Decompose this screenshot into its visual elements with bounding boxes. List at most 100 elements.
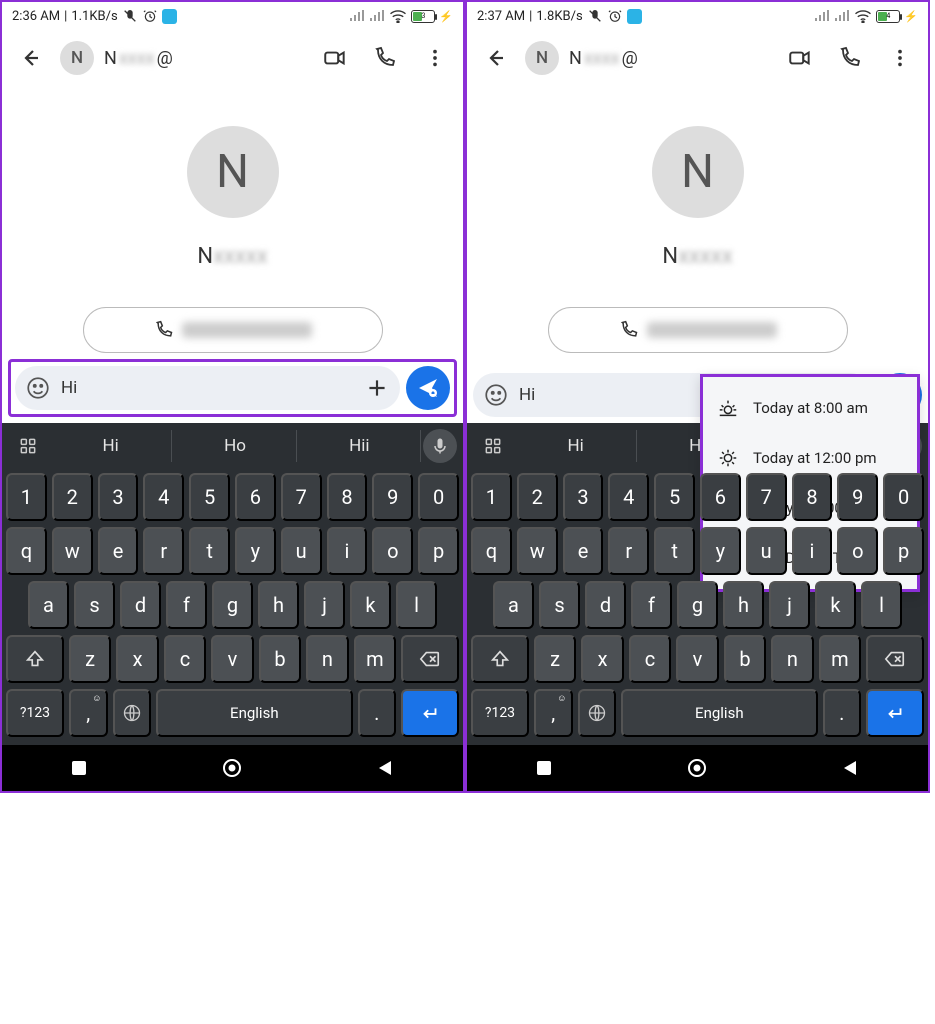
comma-key[interactable]: ,☺ bbox=[534, 689, 573, 737]
key-8[interactable]: 8 bbox=[792, 473, 833, 521]
key-r[interactable]: r bbox=[608, 527, 649, 575]
key-h[interactable]: h bbox=[258, 581, 299, 629]
back-button[interactable] bbox=[10, 38, 50, 78]
key-z[interactable]: z bbox=[534, 635, 576, 683]
key-c[interactable]: c bbox=[629, 635, 671, 683]
key-a[interactable]: a bbox=[493, 581, 534, 629]
key-f[interactable]: f bbox=[631, 581, 672, 629]
key-q[interactable]: q bbox=[471, 527, 512, 575]
nav-recent-icon[interactable] bbox=[524, 748, 564, 788]
backspace-key[interactable] bbox=[866, 635, 924, 683]
voice-call-button[interactable] bbox=[830, 38, 870, 78]
key-q[interactable]: q bbox=[6, 527, 47, 575]
nav-home-icon[interactable] bbox=[677, 748, 717, 788]
backspace-key[interactable] bbox=[401, 635, 459, 683]
suggestion-1[interactable]: Ho bbox=[174, 430, 296, 462]
key-k[interactable]: k bbox=[350, 581, 391, 629]
key-e[interactable]: e bbox=[563, 527, 604, 575]
space-key[interactable]: English bbox=[156, 689, 352, 737]
suggestion-2[interactable]: Hii bbox=[299, 430, 421, 462]
key-7[interactable]: 7 bbox=[746, 473, 787, 521]
key-m[interactable]: m bbox=[819, 635, 861, 683]
shift-key[interactable] bbox=[471, 635, 529, 683]
voice-call-button[interactable] bbox=[365, 38, 405, 78]
enter-key[interactable] bbox=[401, 689, 459, 737]
key-4[interactable]: 4 bbox=[608, 473, 649, 521]
key-t[interactable]: t bbox=[189, 527, 230, 575]
key-p[interactable]: p bbox=[418, 527, 459, 575]
nav-home-icon[interactable] bbox=[212, 748, 252, 788]
key-y[interactable]: y bbox=[700, 527, 741, 575]
key-j[interactable]: j bbox=[304, 581, 345, 629]
key-l[interactable]: l bbox=[396, 581, 437, 629]
key-0[interactable]: 0 bbox=[418, 473, 459, 521]
key-f[interactable]: f bbox=[166, 581, 207, 629]
nav-recent-icon[interactable] bbox=[59, 748, 99, 788]
key-6[interactable]: 6 bbox=[235, 473, 276, 521]
space-key[interactable]: English bbox=[621, 689, 817, 737]
phone-number-chip[interactable] bbox=[83, 307, 383, 353]
nav-back-icon[interactable] bbox=[831, 748, 871, 788]
key-u[interactable]: u bbox=[281, 527, 322, 575]
key-4[interactable]: 4 bbox=[143, 473, 184, 521]
key-5[interactable]: 5 bbox=[189, 473, 230, 521]
keyboard-grid-icon[interactable] bbox=[473, 436, 513, 456]
key-v[interactable]: v bbox=[676, 635, 718, 683]
video-call-button[interactable] bbox=[780, 38, 820, 78]
key-d[interactable]: d bbox=[120, 581, 161, 629]
key-i[interactable]: i bbox=[792, 527, 833, 575]
keyboard-grid-icon[interactable] bbox=[8, 436, 48, 456]
key-o[interactable]: o bbox=[837, 527, 878, 575]
key-s[interactable]: s bbox=[539, 581, 580, 629]
key-t[interactable]: t bbox=[654, 527, 695, 575]
key-y[interactable]: y bbox=[235, 527, 276, 575]
back-button[interactable] bbox=[475, 38, 515, 78]
shift-key[interactable] bbox=[6, 635, 64, 683]
key-n[interactable]: n bbox=[306, 635, 348, 683]
mic-icon[interactable] bbox=[423, 429, 457, 463]
send-button[interactable] bbox=[406, 366, 450, 410]
key-2[interactable]: 2 bbox=[52, 473, 93, 521]
key-7[interactable]: 7 bbox=[281, 473, 322, 521]
key-u[interactable]: u bbox=[746, 527, 787, 575]
contact-avatar-small[interactable]: N bbox=[60, 41, 94, 75]
key-e[interactable]: e bbox=[98, 527, 139, 575]
suggestion-0[interactable]: Hi bbox=[515, 430, 637, 462]
key-g[interactable]: g bbox=[212, 581, 253, 629]
contact-name-header[interactable]: Nxxxx@ bbox=[104, 48, 173, 69]
key-v[interactable]: v bbox=[211, 635, 253, 683]
attach-icon[interactable] bbox=[364, 375, 390, 401]
period-key[interactable]: . bbox=[823, 689, 862, 737]
key-z[interactable]: z bbox=[69, 635, 111, 683]
emoji-icon[interactable] bbox=[25, 375, 51, 401]
key-r[interactable]: r bbox=[143, 527, 184, 575]
key-0[interactable]: 0 bbox=[883, 473, 924, 521]
message-input[interactable]: Hi bbox=[15, 366, 400, 410]
key-c[interactable]: c bbox=[164, 635, 206, 683]
symbols-key[interactable]: ?123 bbox=[471, 689, 529, 737]
video-call-button[interactable] bbox=[315, 38, 355, 78]
key-n[interactable]: n bbox=[771, 635, 813, 683]
phone-number-chip[interactable] bbox=[548, 307, 848, 353]
globe-key[interactable] bbox=[113, 689, 152, 737]
key-w[interactable]: w bbox=[517, 527, 558, 575]
emoji-icon[interactable] bbox=[483, 382, 509, 408]
key-p[interactable]: p bbox=[883, 527, 924, 575]
key-i[interactable]: i bbox=[327, 527, 368, 575]
contact-avatar-small[interactable]: N bbox=[525, 41, 559, 75]
globe-key[interactable] bbox=[578, 689, 617, 737]
key-l[interactable]: l bbox=[861, 581, 902, 629]
key-o[interactable]: o bbox=[372, 527, 413, 575]
key-d[interactable]: d bbox=[585, 581, 626, 629]
key-1[interactable]: 1 bbox=[6, 473, 47, 521]
more-button[interactable] bbox=[880, 38, 920, 78]
key-h[interactable]: h bbox=[723, 581, 764, 629]
key-m[interactable]: m bbox=[354, 635, 396, 683]
key-b[interactable]: b bbox=[724, 635, 766, 683]
key-x[interactable]: x bbox=[581, 635, 623, 683]
contact-name-header[interactable]: Nxxxx@ bbox=[569, 48, 638, 69]
symbols-key[interactable]: ?123 bbox=[6, 689, 64, 737]
key-a[interactable]: a bbox=[28, 581, 69, 629]
key-x[interactable]: x bbox=[116, 635, 158, 683]
comma-key[interactable]: ,☺ bbox=[69, 689, 108, 737]
